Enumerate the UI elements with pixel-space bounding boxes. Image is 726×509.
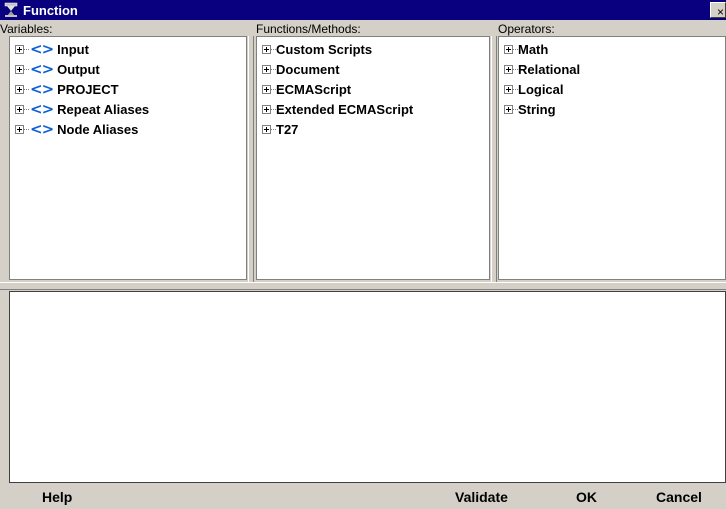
variable-icon: <> bbox=[30, 60, 54, 78]
expand-icon[interactable] bbox=[504, 44, 513, 54]
tree-item-output[interactable]: <> Output bbox=[15, 59, 246, 79]
tree-item-document[interactable]: Document bbox=[262, 59, 489, 79]
tree-item-label: T27 bbox=[276, 121, 299, 137]
tree-item-relational[interactable]: Relational bbox=[504, 59, 725, 79]
tree-item-project[interactable]: <> PROJECT bbox=[15, 79, 246, 99]
variables-tree[interactable]: <> Input <> Output <> PROJECT <> Repeat … bbox=[9, 36, 247, 280]
operators-tree[interactable]: Math Relational Logical String bbox=[498, 36, 726, 280]
expand-icon[interactable] bbox=[262, 84, 271, 94]
window-title: Function bbox=[23, 2, 78, 18]
tree-item-label: String bbox=[518, 101, 556, 117]
function-icon bbox=[3, 2, 19, 18]
tree-item-label: Custom Scripts bbox=[276, 41, 373, 57]
tree-item-node-aliases[interactable]: <> Node Aliases bbox=[15, 119, 246, 139]
expand-icon[interactable] bbox=[262, 44, 271, 54]
expand-icon[interactable] bbox=[262, 124, 271, 134]
tree-item-t27[interactable]: T27 bbox=[262, 119, 489, 139]
tree-item-string[interactable]: String bbox=[504, 99, 725, 119]
expand-icon[interactable] bbox=[15, 104, 24, 114]
tree-item-math[interactable]: Math bbox=[504, 39, 725, 59]
cancel-button[interactable]: Cancel bbox=[656, 486, 702, 508]
tree-item-label: Document bbox=[276, 61, 340, 77]
expand-icon[interactable] bbox=[262, 64, 271, 74]
close-button[interactable]: × bbox=[710, 2, 726, 19]
expand-icon[interactable] bbox=[15, 124, 24, 134]
ok-button[interactable]: OK bbox=[576, 486, 597, 508]
tree-item-label: ECMAScript bbox=[276, 81, 352, 97]
tree-item-repeat-aliases[interactable]: <> Repeat Aliases bbox=[15, 99, 246, 119]
expand-icon[interactable] bbox=[15, 44, 24, 54]
tree-item-ecmascript[interactable]: ECMAScript bbox=[262, 79, 489, 99]
tree-item-label: Extended ECMAScript bbox=[276, 101, 414, 117]
variable-icon: <> bbox=[30, 80, 54, 98]
pane-splitter[interactable] bbox=[491, 36, 497, 282]
help-button[interactable]: Help bbox=[42, 486, 72, 508]
tree-item-label: PROJECT bbox=[57, 81, 119, 97]
variables-label: Variables: bbox=[0, 22, 53, 36]
tree-item-label: Repeat Aliases bbox=[57, 101, 150, 117]
expand-icon[interactable] bbox=[504, 104, 513, 114]
tree-item-extended-ecmascript[interactable]: Extended ECMAScript bbox=[262, 99, 489, 119]
tree-item-logical[interactable]: Logical bbox=[504, 79, 725, 99]
tree-item-custom-scripts[interactable]: Custom Scripts bbox=[262, 39, 489, 59]
tree-item-label: Math bbox=[518, 41, 549, 57]
editor-splitter[interactable] bbox=[0, 282, 726, 290]
expand-icon[interactable] bbox=[15, 84, 24, 94]
functions-tree[interactable]: Custom Scripts Document ECMAScript Exten… bbox=[256, 36, 490, 280]
expand-icon[interactable] bbox=[504, 84, 513, 94]
variable-icon: <> bbox=[30, 100, 54, 118]
button-bar: Help Validate OK Cancel bbox=[0, 484, 726, 509]
expand-icon[interactable] bbox=[15, 64, 24, 74]
pane-splitter[interactable] bbox=[248, 36, 254, 282]
tree-item-label: Node Aliases bbox=[57, 121, 139, 137]
operators-label: Operators: bbox=[498, 22, 555, 36]
variable-icon: <> bbox=[30, 120, 54, 138]
expand-icon[interactable] bbox=[504, 64, 513, 74]
validate-button[interactable]: Validate bbox=[455, 486, 508, 508]
tree-item-label: Output bbox=[57, 61, 100, 77]
tree-item-label: Logical bbox=[518, 81, 564, 97]
functions-label: Functions/Methods: bbox=[256, 22, 361, 36]
title-bar: Function × bbox=[0, 0, 726, 20]
tree-item-input[interactable]: <> Input bbox=[15, 39, 246, 59]
tree-item-label: Relational bbox=[518, 61, 581, 77]
expression-editor[interactable] bbox=[9, 291, 726, 483]
variable-icon: <> bbox=[30, 40, 54, 58]
expand-icon[interactable] bbox=[262, 104, 271, 114]
tree-item-label: Input bbox=[57, 41, 89, 57]
